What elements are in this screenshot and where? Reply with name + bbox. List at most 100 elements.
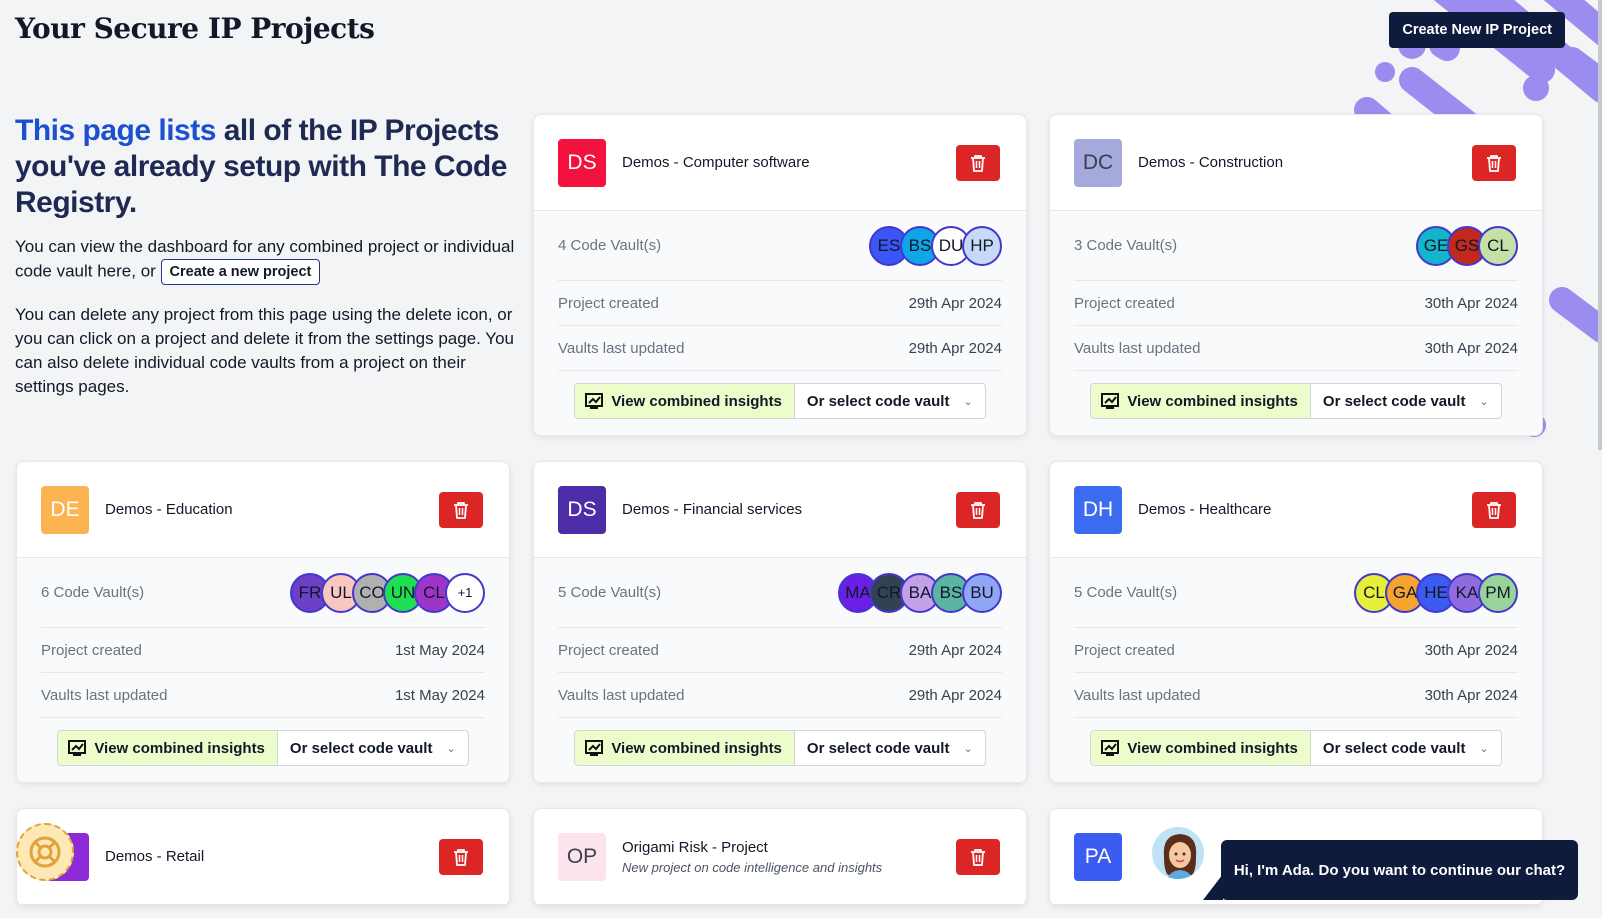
card-header: DH Demos - Healthcare — [1050, 462, 1542, 558]
chart-icon — [1101, 740, 1120, 756]
view-insights-button[interactable]: View combined insights — [575, 384, 795, 418]
card-actions: View combined insights Or select code va… — [558, 371, 1002, 435]
intro-heading: This page lists all of the IP Projects y… — [15, 113, 515, 221]
vault-count: 4 Code Vault(s) — [558, 237, 662, 254]
chevron-down-icon: ⌄ — [446, 742, 456, 755]
card-titles: Origami Risk - Project New project on co… — [622, 839, 956, 875]
delete-project-button[interactable] — [956, 838, 1000, 875]
select-code-vault-dropdown[interactable]: Or select code vault ⌄ — [278, 731, 468, 765]
vault-count: 5 Code Vault(s) — [558, 584, 662, 601]
delete-project-button[interactable] — [439, 838, 483, 875]
project-name[interactable]: Demos - Construction — [1138, 154, 1472, 171]
delete-project-button[interactable] — [1472, 491, 1516, 528]
project-created-value: 1st May 2024 — [394, 641, 485, 659]
vaults-updated-row: Vaults last updated 29th Apr 2024 — [558, 326, 1002, 371]
action-group: View combined insights Or select code va… — [1090, 730, 1502, 766]
card-actions: View combined insights Or select code va… — [558, 718, 1002, 782]
select-code-vault-label: Or select code vault — [806, 392, 950, 410]
action-group: View combined insights Or select code va… — [57, 730, 469, 766]
project-created-value: 29th Apr 2024 — [908, 294, 1002, 312]
project-created-row: Project created 1st May 2024 — [41, 628, 485, 673]
project-card[interactable]: DS Demos - Financial services 5 Code Vau… — [533, 461, 1027, 783]
card-body: 5 Code Vault(s) MA CR BA BS BU Project creat… — [534, 558, 1026, 782]
vaults-updated-row: Vaults last updated 29th Apr 2024 — [558, 673, 1002, 718]
vaults-updated-label: Vaults last updated — [1074, 339, 1201, 357]
trash-icon — [971, 154, 985, 172]
card-titles: Demos - Computer software — [622, 154, 956, 171]
project-name[interactable]: Demos - Financial services — [622, 501, 956, 518]
chevron-down-icon: ⌄ — [1479, 742, 1489, 755]
vaults-updated-value: 29th Apr 2024 — [908, 339, 1002, 357]
vault-avatar[interactable]: BU — [962, 572, 1002, 613]
intro-paragraph-2: You can delete any project from this pag… — [15, 305, 514, 396]
project-created-label: Project created — [41, 641, 142, 659]
vault-avatar[interactable]: HP — [962, 225, 1002, 266]
more-vaults-badge[interactable]: +1 — [445, 572, 485, 613]
vaults-updated-value: 29th Apr 2024 — [908, 686, 1002, 704]
project-card[interactable]: DH Demos - Healthcare 5 Code Vault(s) CL… — [1049, 461, 1543, 783]
delete-project-button[interactable] — [1472, 144, 1516, 181]
view-insights-button[interactable]: View combined insights — [1091, 731, 1311, 765]
project-created-label: Project created — [1074, 294, 1175, 312]
card-titles: Demos - Retail — [105, 848, 439, 865]
vault-count-row: 6 Code Vault(s) FR UL CO UN CL +1 — [41, 558, 485, 628]
project-created-value: 29th Apr 2024 — [908, 641, 1002, 659]
vault-count-row: 5 Code Vault(s) MA CR BA BS BU — [558, 558, 1002, 628]
vault-count: 5 Code Vault(s) — [1074, 584, 1178, 601]
vault-count: 6 Code Vault(s) — [41, 584, 145, 601]
select-code-vault-dropdown[interactable]: Or select code vault ⌄ — [1311, 384, 1501, 418]
select-code-vault-dropdown[interactable]: Or select code vault ⌄ — [795, 731, 985, 765]
project-avatar: DH — [1074, 485, 1122, 534]
card-titles: Demos - Education — [105, 501, 439, 518]
project-card[interactable]: DC Demos - Construction 3 Code Vault(s) … — [1049, 114, 1543, 436]
view-insights-button[interactable]: View combined insights — [575, 731, 795, 765]
create-new-project-button[interactable]: Create New IP Project — [1389, 12, 1565, 48]
project-created-row: Project created 29th Apr 2024 — [558, 628, 1002, 673]
view-insights-button[interactable]: View combined insights — [58, 731, 278, 765]
select-code-vault-label: Or select code vault — [1322, 739, 1466, 757]
vault-avatars: MA CR BA BS BU — [838, 572, 1002, 613]
card-titles: Demos - Financial services — [622, 501, 956, 518]
select-code-vault-dropdown[interactable]: Or select code vault ⌄ — [1311, 731, 1501, 765]
project-avatar: DE — [41, 485, 89, 534]
select-code-vault-label: Or select code vault — [806, 739, 950, 757]
project-card[interactable]: OP Origami Risk - Project New project on… — [533, 808, 1027, 906]
vault-avatars: ES BS DU HP — [869, 225, 1002, 266]
project-name[interactable]: Origami Risk - Project — [622, 839, 956, 856]
ada-avatar[interactable] — [1150, 825, 1206, 881]
vaults-updated-row: Vaults last updated 30th Apr 2024 — [1074, 326, 1518, 371]
project-card[interactable]: DS Demos - Computer software 4 Code Vaul… — [533, 114, 1027, 436]
project-name[interactable]: Demos - Retail — [105, 848, 439, 865]
select-code-vault-dropdown[interactable]: Or select code vault ⌄ — [795, 384, 985, 418]
project-card[interactable]: DE Demos - Education 6 Code Vault(s) FR U… — [16, 461, 510, 783]
project-name[interactable]: Demos - Computer software — [622, 154, 956, 171]
vault-avatar[interactable]: PM — [1478, 572, 1518, 613]
card-actions: View combined insights Or select code va… — [1074, 371, 1518, 435]
vault-avatar[interactable]: CL — [1478, 225, 1518, 266]
project-created-row: Project created 30th Apr 2024 — [1074, 628, 1518, 673]
delete-project-button[interactable] — [956, 491, 1000, 528]
action-group: View combined insights Or select code va… — [574, 730, 986, 766]
chat-prompt-bubble[interactable]: Hi, I'm Ada. Do you want to continue our… — [1203, 840, 1578, 900]
trash-icon — [1487, 501, 1501, 519]
project-card[interactable]: R Demos - Retail — [16, 808, 510, 906]
chart-icon — [1101, 393, 1120, 409]
scrollbar[interactable] — [1598, 0, 1602, 450]
card-body: 6 Code Vault(s) FR UL CO UN CL +1 Project cre… — [17, 558, 509, 782]
vaults-updated-label: Vaults last updated — [558, 339, 685, 357]
project-avatar: PA — [1074, 832, 1122, 881]
vault-count-row: 4 Code Vault(s) ES BS DU HP — [558, 211, 1002, 281]
delete-project-button[interactable] — [439, 491, 483, 528]
project-created-value: 30th Apr 2024 — [1424, 641, 1518, 659]
card-body: 3 Code Vault(s) GE GS CL Project created 3… — [1050, 211, 1542, 435]
delete-project-button[interactable] — [956, 144, 1000, 181]
project-avatar: OP — [558, 832, 606, 881]
project-avatar: DS — [558, 138, 606, 187]
project-name[interactable]: Demos - Education — [105, 501, 439, 518]
vault-count-row: 3 Code Vault(s) GE GS CL — [1074, 211, 1518, 281]
create-new-project-link[interactable]: Create a new project — [160, 259, 321, 285]
help-button[interactable] — [16, 823, 74, 881]
project-name[interactable]: Demos - Healthcare — [1138, 501, 1472, 518]
vaults-updated-value: 30th Apr 2024 — [1424, 686, 1518, 704]
view-insights-button[interactable]: View combined insights — [1091, 384, 1311, 418]
